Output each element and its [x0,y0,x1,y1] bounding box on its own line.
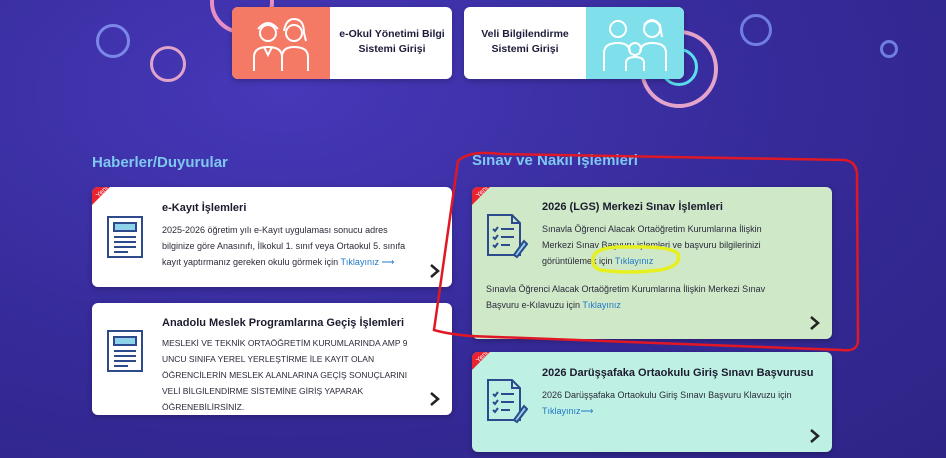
news-card-amp[interactable]: Anadolu Meslek Programlarına Geçiş İşlem… [92,303,452,415]
news-card-text-line: kayıt yaptırmanız gereken okulu görmek i… [162,257,339,267]
lgs-application-link[interactable]: Tıklayınız [615,256,654,266]
news-card-text-line: 2025-2026 öğretim yılı e-Kayıt uygulamas… [162,225,388,235]
eokul-login-card[interactable]: e-Okul Yönetimi Bilgi Sistemi Girişi [232,7,452,79]
chevron-right-icon[interactable] [808,315,822,331]
news-card-text-line: bilginize göre Anasınıfı, İlkokul 1. sın… [162,241,406,251]
newspaper-icon [107,216,143,258]
chevron-right-icon[interactable] [808,428,822,444]
exam-card-title: 2026 Darüşşafaka Ortaokulu Giriş Sınavı … [542,367,814,379]
news-card-title: e-Kayıt İşlemleri [162,202,247,214]
family-icon [586,7,684,79]
chevron-right-icon[interactable] [428,263,442,279]
deco-circle [740,14,772,46]
news-card-text-line: MESLEKİ VE TEKNİK ORTAÖĞRETİM KURUMLARIN… [162,338,408,348]
newspaper-icon [107,330,143,372]
exam-card-text-line: Merkezi Sınav Başvuru işlemleri ve başvu… [542,240,761,250]
exam-card-text-line: görüntülemek için [542,256,613,266]
exam-card-text-line: Başvuru e-Kılavuzu için [486,300,581,310]
teachers-icon [232,7,330,79]
exam-card-lgs[interactable]: Yeni 2026 (LGS) Merkezi Sınav İşlemleri … [472,187,832,339]
eokul-label-line1: e-Okul Yönetimi Bilgi [339,28,445,40]
eokul-label-line2: Sistemi Girişi [358,43,426,55]
veli-label-line1: Veli Bilgilendirme [481,28,569,40]
exam-card-title: 2026 (LGS) Merkezi Sınav İşlemleri [542,201,723,213]
exam-section-title: Sınav ve Nakil İşlemleri [472,152,638,169]
exam-card-text-line: 2026 Darüşşafaka Ortaokulu Giriş Sınavı … [542,390,792,400]
deco-circle [96,24,130,58]
news-card-text-line: ÖĞRENCİLERİN MESLEK ALANLARINA GEÇİŞ SON… [162,370,408,380]
exam-card-text-line: Sınavla Öğrenci Alacak Ortaöğretim Kurum… [542,224,762,234]
lgs-guide-link[interactable]: Tıklayınız [582,300,621,310]
veli-login-card[interactable]: Veli Bilgilendirme Sistemi Girişi [464,7,684,79]
chevron-right-icon[interactable] [428,391,442,407]
veli-label-line2: Sistemi Girişi [491,43,559,55]
news-section-title: Haberler/Duyurular [92,154,228,171]
news-card-title: Anadolu Meslek Programlarına Geçiş İşlem… [162,317,405,329]
checklist-icon [487,214,528,259]
checklist-icon [487,379,528,424]
news-card-text-line: VELİ BİLGİLENDİRME SİSTEMİNE GİRİŞ YAPAR… [162,386,364,412]
ekayit-link[interactable]: Tıklayınız ⟶ [340,257,394,267]
darussafaka-link[interactable]: Tıklayınız⟶ [542,403,826,419]
deco-circle [880,40,898,58]
news-card-ekayit[interactable]: Yeni e-Kayıt İşlemleri 2025-2026 öğretim… [92,187,452,287]
deco-circle [150,46,186,82]
exam-card-text-line: Sınavla Öğrenci Alacak Ortaöğretim Kurum… [486,284,766,294]
news-card-text-line: UNCU SINIFA YEREL YERLEŞTİRME İLE KAYIT … [162,354,375,364]
exam-card-darussafaka[interactable]: Yeni 2026 Darüşşafaka Ortaokulu Giriş Sı… [472,352,832,452]
